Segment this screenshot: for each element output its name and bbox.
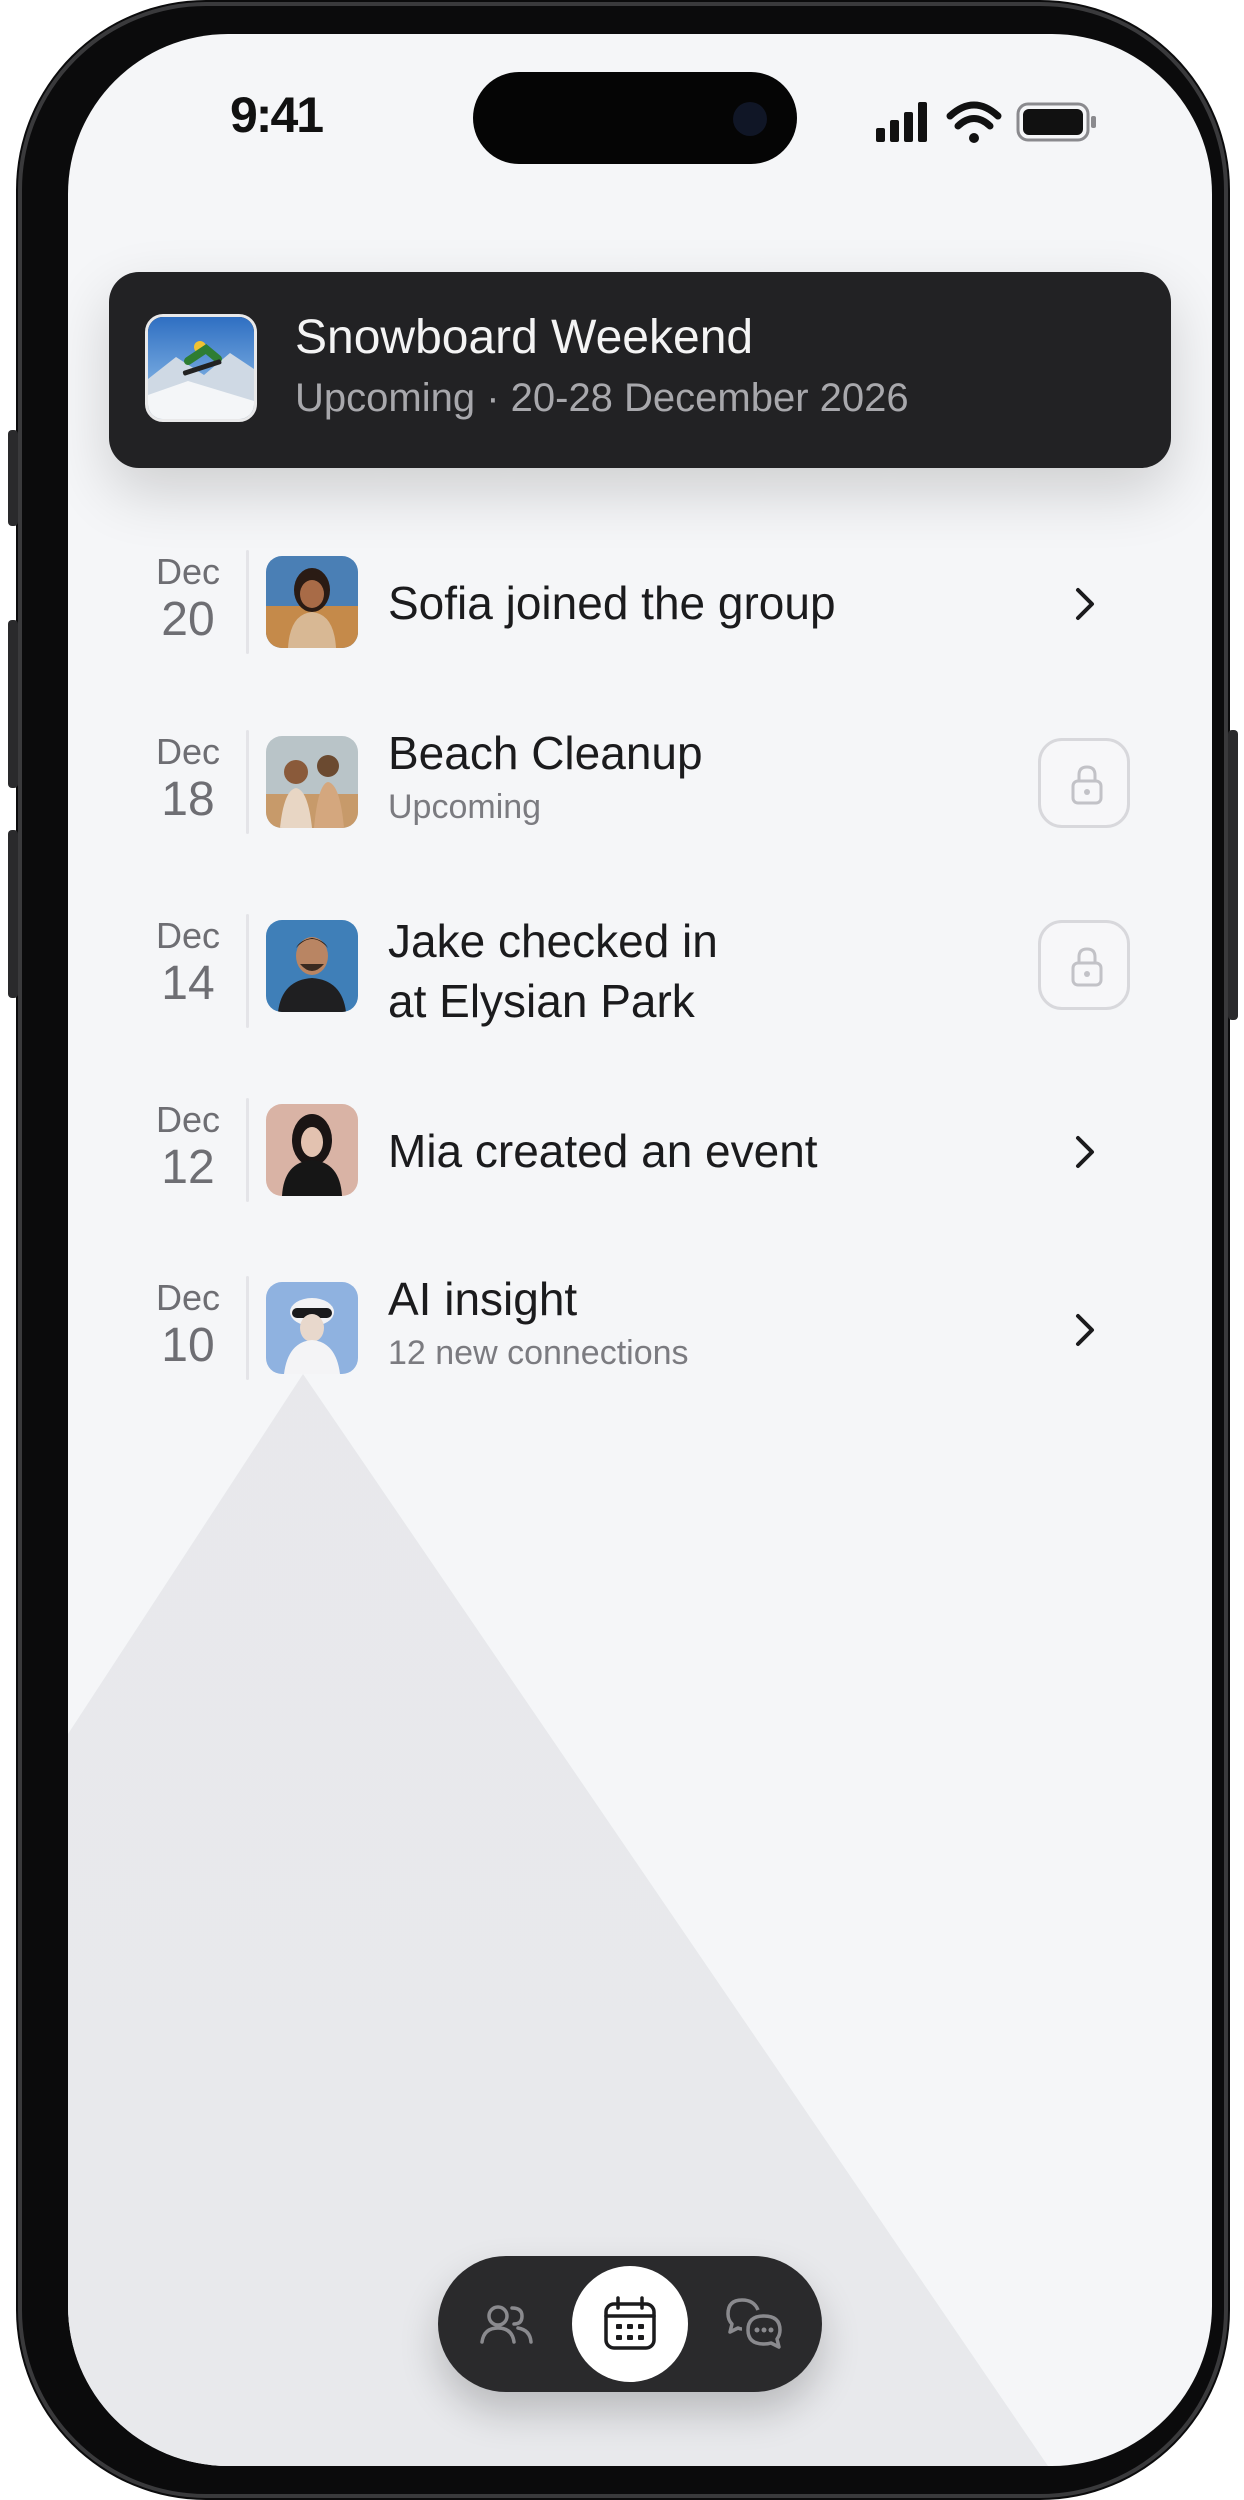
timeline-divider — [246, 914, 249, 1028]
tab-chat[interactable] — [696, 2266, 812, 2382]
date-day: 14 — [161, 957, 215, 1010]
lock-button[interactable] — [1038, 738, 1130, 828]
chevron-right-icon[interactable] — [1068, 584, 1102, 624]
list-item[interactable]: Dec 18 Beach Cleanup Upcoming — [68, 727, 1212, 850]
event-subtitle: Upcoming · 20-28 December 2026 — [295, 376, 909, 420]
date-month: Dec — [155, 915, 221, 956]
calendar-icon — [604, 2296, 656, 2350]
list-item[interactable]: Dec 10 AI insight 12 new connections — [68, 1273, 1212, 1396]
power-button — [1228, 730, 1238, 1020]
date-day: 12 — [161, 1141, 215, 1194]
date-day: 18 — [161, 773, 215, 826]
battery-icon — [1016, 102, 1096, 142]
event-title: Snowboard Weekend — [295, 311, 754, 364]
feed-title: Beach Cleanup — [388, 727, 703, 779]
cellular-signal-icon — [876, 102, 927, 142]
avatar — [266, 1282, 358, 1374]
date-month: Dec — [155, 731, 221, 772]
feed-title-line2: at Elysian Park — [388, 975, 695, 1027]
lock-icon — [1071, 947, 1103, 987]
list-item[interactable]: Dec 12 Mia created an event — [68, 1098, 1212, 1208]
chat-icon — [726, 2298, 782, 2349]
camera-icon — [733, 102, 767, 136]
date-label: Dec 10 — [128, 1276, 248, 1372]
lock-icon — [1071, 765, 1103, 805]
avatar — [266, 556, 358, 648]
app-screen: 9:41 Snowboard Weekend Upcoming · 20-28 … — [68, 34, 1212, 2466]
date-label: Dec 18 — [128, 730, 248, 826]
lock-button[interactable] — [1038, 920, 1130, 1010]
date-label: Dec 14 — [128, 914, 248, 1010]
list-item[interactable]: Dec 20 Sofia joined the group — [68, 550, 1212, 660]
volume-up-button — [8, 620, 18, 788]
tab-bar — [438, 2256, 822, 2392]
chevron-right-icon[interactable] — [1068, 1132, 1102, 1172]
tab-calendar[interactable] — [572, 2266, 688, 2382]
status-indicators — [876, 101, 1096, 143]
feed-subtitle: 12 new connections — [388, 1334, 689, 1372]
event-card[interactable]: Snowboard Weekend Upcoming · 20-28 Decem… — [109, 272, 1171, 468]
action-button — [8, 430, 18, 526]
timeline-divider — [246, 1098, 249, 1202]
date-label: Dec 12 — [128, 1098, 248, 1194]
date-label: Dec 20 — [128, 550, 248, 646]
feed-title: Mia created an event — [388, 1125, 818, 1177]
list-item[interactable]: Dec 14 Jake checked in at Elysian Park — [68, 914, 1212, 1044]
status-time: 9:41 — [230, 87, 324, 143]
date-month: Dec — [155, 1099, 221, 1140]
phone-frame: 9:41 Snowboard Weekend Upcoming · 20-28 … — [8, 0, 1238, 2500]
timeline-divider — [246, 550, 249, 654]
status-icons — [872, 94, 1102, 154]
snowboarder-photo — [145, 314, 257, 422]
people-icon — [480, 2305, 533, 2344]
feed-subtitle: Upcoming — [388, 788, 542, 826]
avatar — [266, 736, 358, 828]
tab-people[interactable] — [448, 2266, 564, 2382]
feed-title: Sofia joined the group — [388, 577, 836, 629]
wifi-icon — [946, 101, 1002, 143]
chevron-right-icon[interactable] — [1068, 1310, 1102, 1350]
volume-down-button — [8, 830, 18, 998]
date-month: Dec — [155, 551, 221, 592]
date-day: 10 — [161, 1319, 215, 1372]
date-month: Dec — [155, 1277, 221, 1318]
timeline-divider — [246, 730, 249, 834]
date-day: 20 — [161, 593, 215, 646]
avatar — [266, 1104, 358, 1196]
timeline-divider — [246, 1276, 249, 1380]
dynamic-island — [473, 72, 797, 164]
feed-title: Jake checked in — [388, 915, 718, 967]
feed-title: AI insight — [388, 1273, 578, 1325]
avatar — [266, 920, 358, 1012]
